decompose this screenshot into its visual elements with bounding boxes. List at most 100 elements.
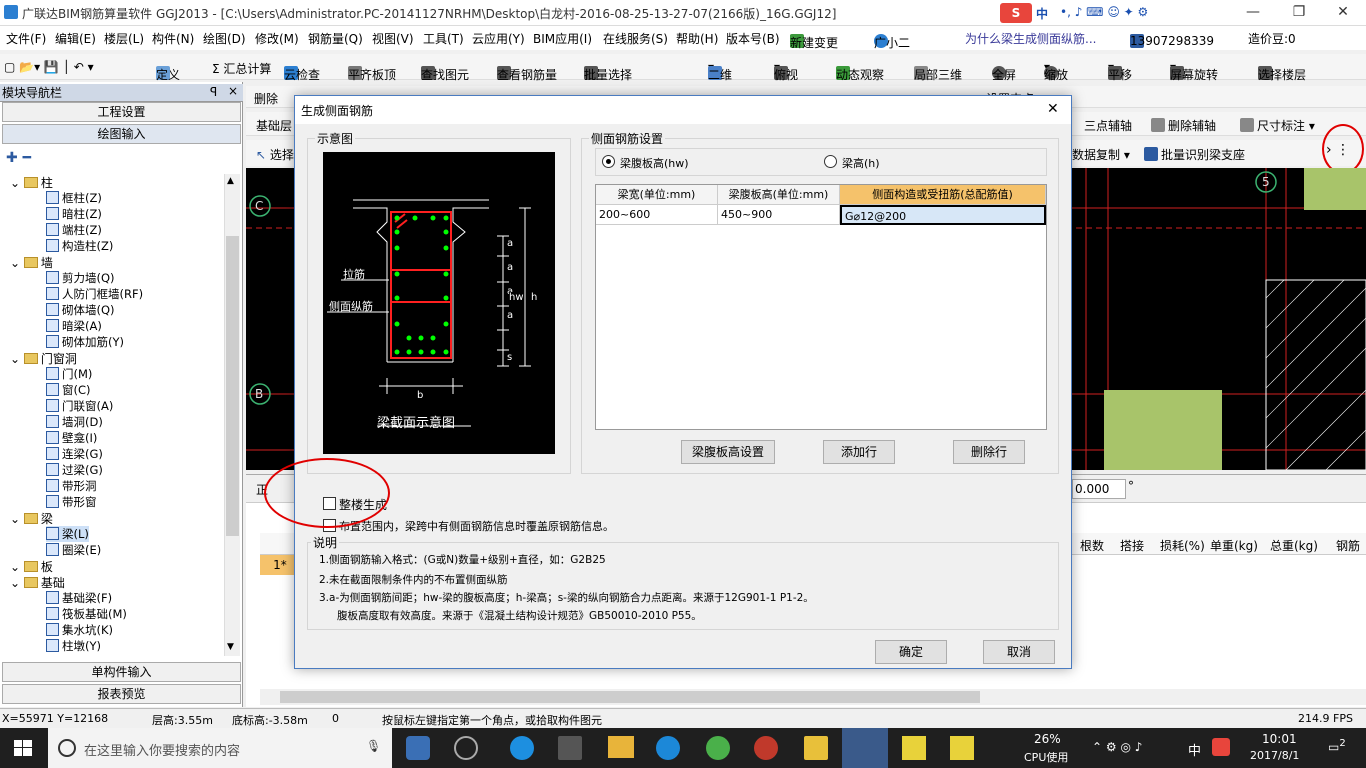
toolbar-zoom[interactable]: 缩放 ▾ [1044,60,1068,82]
web-height-settings-button[interactable]: 梁腹板高设置 [681,440,775,464]
add-row-button[interactable]: 添加行 [823,440,895,464]
toolbar-dimension[interactable]: 尺寸标注 ▾ [1240,117,1315,134]
single-component-button[interactable]: 单构件输入 [2,662,241,682]
tree-item[interactable]: 构造柱(Z) [46,238,113,254]
tree-group[interactable]: ⌄ 板 [10,558,53,574]
tree-item[interactable]: 筏板基础(M) [46,606,127,622]
h-scroll-thumb[interactable] [280,691,980,703]
toolbar-select[interactable]: ↖ 选择 [256,146,294,163]
mic-icon[interactable]: 🎙 [366,739,381,753]
tree-item[interactable]: 门(M) [46,366,92,382]
chevron-down-icon[interactable]: ⌄ [10,560,24,574]
menu-file[interactable]: 文件(F) [6,30,46,47]
horizontal-scrollbar[interactable] [260,689,1366,705]
tree-item[interactable]: 门联窗(A) [46,398,113,414]
menu-tools[interactable]: 工具(T) [423,30,464,47]
tree-item[interactable]: 基础梁(F) [46,590,112,606]
radio-h-label[interactable]: 梁高(h) [842,155,880,171]
tree-item[interactable]: 人防门框墙(RF) [46,286,143,302]
ime-mode-label[interactable]: 中 [1036,5,1048,22]
tree-item[interactable]: 暗梁(A) [46,318,102,334]
tree-group[interactable]: ⌄ 梁 [10,510,53,526]
delete-row-button[interactable]: 删除行 [953,440,1025,464]
ime-indicator[interactable]: 中 [1188,740,1201,759]
toolbar-pan[interactable]: 平移 ▾ [1108,60,1132,82]
question-link[interactable]: 为什么梁生成侧面纵筋... [965,30,1096,47]
menu-online[interactable]: 在线服务(S) [603,30,668,47]
project-settings-button[interactable]: 工程设置 [2,102,241,122]
toolbar-top-view[interactable]: 俯视 ▾ [774,60,798,82]
expand-collapse-icons[interactable]: ✚ ━ [6,150,31,166]
tree-item[interactable]: 带形洞 [46,478,97,494]
nav-close-icon[interactable]: × [228,84,238,98]
menu-bim[interactable]: BIM应用(I) [533,30,592,47]
tree-item[interactable]: 砌体加筋(Y) [46,334,124,350]
tray-icons[interactable]: ⌃ ⚙ ◎ ♪ [1092,740,1142,754]
tree-item[interactable]: 框柱(Z) [46,190,102,206]
tree-item[interactable]: 集水坑(K) [46,622,113,638]
menu-edit[interactable]: 编辑(E) [55,30,96,47]
menu-view[interactable]: 视图(V) [372,30,414,47]
toolbar-rotate-screen[interactable]: 屏幕旋转 ▾ [1170,60,1218,82]
close-button[interactable]: ✕ [1320,0,1366,26]
toolbar-delete-aux[interactable]: 删除辅轴 [1151,117,1216,134]
cell-web-height[interactable]: 450~900 [718,205,840,225]
dialog-close-icon[interactable]: ✕ [1047,101,1059,117]
tree-item[interactable]: 过梁(G) [46,462,103,478]
toolbar-batch-recognize[interactable]: 批量识别梁支座 [1144,146,1245,163]
value-input[interactable]: 0.000 [1072,479,1126,499]
help-app-icon-1[interactable] [902,736,926,760]
menu-floor[interactable]: 楼层(L) [104,30,144,47]
tree-item[interactable]: 墙洞(D) [46,414,103,430]
tree-item[interactable]: 柱墩(Y) [46,638,101,654]
active-app-icon[interactable] [842,728,888,768]
tree-item[interactable]: 窗(C) [46,382,91,398]
tree-group[interactable]: ⌄ 墙 [10,254,53,270]
pin-icon[interactable]: ꟼ [210,85,217,99]
windows-start-icon[interactable] [14,740,32,756]
scroll-down-icon[interactable]: ▼ [227,642,234,652]
toolbar-delete[interactable]: 删除 [254,90,278,107]
toolbar-data-copy[interactable]: 数据复制 ▾ [1072,146,1130,163]
tree-scrollbar[interactable]: ▲ ▼ [224,174,240,656]
radio-hw-label[interactable]: 梁腹板高(hw) [620,155,689,171]
chevron-down-icon[interactable]: ⌄ [10,576,24,590]
sogou-tray-icon[interactable] [1212,738,1230,756]
tree-group[interactable]: ⌄ 基础 [10,574,65,590]
overwrite-label[interactable]: 布置范围内，梁跨中有侧面钢筋信息时覆盖原钢筋信息。 [339,518,614,534]
explorer-icon[interactable] [608,736,634,758]
cell-side-rebar[interactable]: G⌀12@200 [840,205,1046,225]
tree-item[interactable]: 端柱(Z) [46,222,102,238]
taskbar-search[interactable]: 在这里输入你要搜索的内容 🎙 [48,728,392,768]
menu-new-change[interactable]: 新建变更 ▾ [790,30,838,50]
menu-draw[interactable]: 绘图(D) [203,30,246,47]
scroll-up-icon[interactable]: ▲ [227,176,234,186]
radio-hw[interactable] [602,155,615,168]
tree-item[interactable]: 砌体墙(Q) [46,302,115,318]
edge-icon[interactable] [510,736,534,760]
chevron-down-icon[interactable]: ⌄ [10,256,24,270]
glodon-icon[interactable] [656,736,680,760]
scroll-thumb[interactable] [226,236,239,536]
cell-beam-width[interactable]: 200~600 [596,205,718,225]
toolbar-summary[interactable]: Σ 汇总计算 [212,60,271,77]
chevron-down-icon[interactable]: ⌄ [10,176,24,190]
menu-modify[interactable]: 修改(M) [255,30,299,47]
tree-item[interactable]: 连梁(G) [46,446,103,462]
store-icon[interactable] [558,736,582,760]
minimize-button[interactable]: — [1230,0,1276,26]
menu-version[interactable]: 版本号(B) [726,30,780,47]
draw-input-button[interactable]: 绘图输入 [2,124,241,144]
chevron-down-icon[interactable]: ⌄ [10,352,24,366]
tree-item[interactable]: 梁(L) [46,526,89,542]
app-icon-2[interactable] [754,736,778,760]
menu-help[interactable]: 帮助(H) [676,30,718,47]
menu-cloud[interactable]: 云应用(Y) [472,30,525,47]
cancel-button[interactable]: 取消 [983,640,1055,664]
toolbar-2d[interactable]: 二维 ▾ [708,60,732,82]
sogou-ime-icon[interactable]: S [1000,3,1032,23]
notes-app-icon[interactable] [804,736,828,760]
tree-item[interactable]: 带形窗 [46,494,97,510]
quick-access-icons[interactable]: ▢ 📂▾ 💾 │ ↶ ▾ [4,60,94,74]
menu-rebar[interactable]: 钢筋量(Q) [308,30,363,47]
